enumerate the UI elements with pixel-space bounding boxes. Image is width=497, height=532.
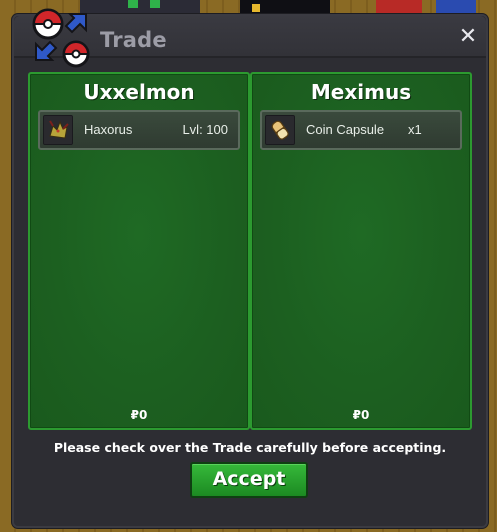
trade-window: Trade ✕ Uxxelmon Haxorus Lvl: 100 ₽0 Mex… [12, 8, 488, 528]
close-button[interactable]: ✕ [458, 24, 478, 49]
haxorus-icon [43, 115, 73, 145]
player-name: Uxxelmon [83, 80, 195, 104]
money-amount: ₽0 [130, 408, 148, 422]
window-title: Trade [100, 28, 167, 52]
trade-item-row[interactable]: Coin Capsule x1 [260, 110, 462, 150]
trade-offer-panel-right: Meximus Coin Capsule x1 ₽0 [250, 72, 472, 430]
item-name: Coin Capsule [306, 122, 385, 137]
item-level: Lvl: 100 [182, 122, 228, 137]
trade-notice: Please check over the Trade carefully be… [53, 440, 447, 455]
trade-swap-icon [32, 8, 90, 68]
background-foliage [150, 0, 160, 8]
close-icon: ✕ [458, 24, 478, 49]
background-sign-mark [252, 4, 260, 12]
accept-button[interactable]: Accept [190, 462, 308, 498]
trade-item-row[interactable]: Haxorus Lvl: 100 [38, 110, 240, 150]
trade-offer-panel-left: Uxxelmon Haxorus Lvl: 100 ₽0 [28, 72, 250, 430]
player-name: Meximus [310, 80, 412, 104]
item-quantity: x1 [408, 122, 422, 137]
money-amount: ₽0 [352, 408, 370, 422]
item-name: Haxorus [84, 122, 133, 137]
coin-capsule-icon [265, 115, 295, 145]
background-foliage [128, 0, 138, 8]
